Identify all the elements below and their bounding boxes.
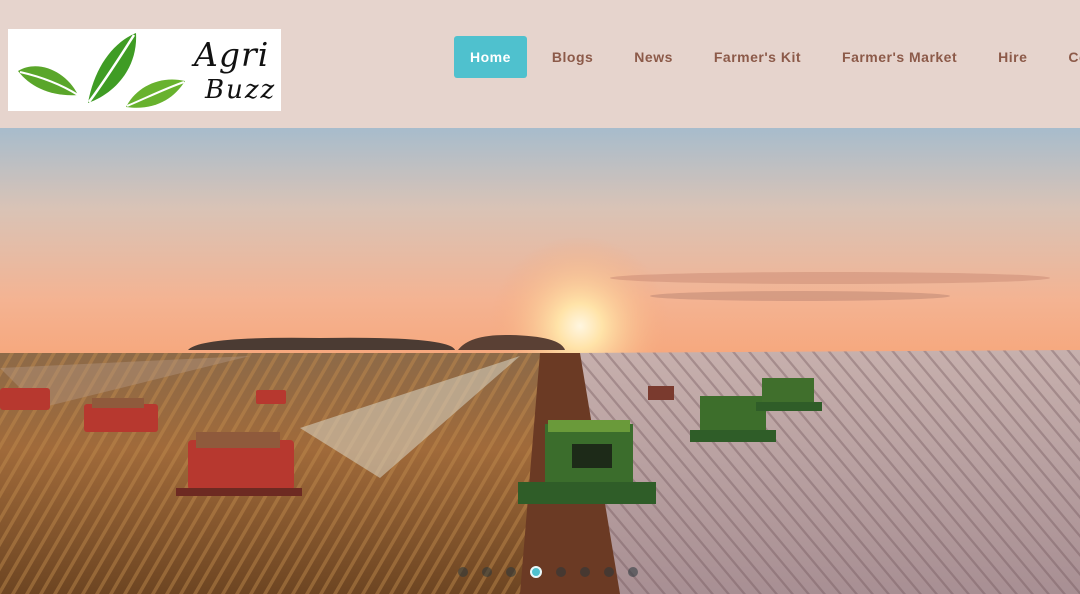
slide-dot-1[interactable] (458, 567, 468, 577)
hero-harvest-image (0, 128, 1080, 594)
nav-farmers-kit[interactable]: Farmer's Kit (694, 36, 821, 78)
nav-hire[interactable]: Hire (978, 36, 1047, 78)
slide-dot-4[interactable] (530, 566, 542, 578)
slide-dot-5[interactable] (556, 567, 566, 577)
site-header: Agri Buzz Home Blogs News Farmer's Kit F… (0, 0, 1080, 128)
nav-blogs[interactable]: Blogs (532, 36, 613, 78)
slide-dot-8[interactable] (628, 567, 638, 577)
agri-buzz-logo[interactable]: Agri Buzz (8, 29, 281, 111)
slide-dot-3[interactable] (506, 567, 516, 577)
nav-news[interactable]: News (614, 36, 693, 78)
logo-wordmark-line1: Agri (194, 35, 270, 74)
main-nav: Home Blogs News Farmer's Kit Farmer's Ma… (454, 36, 1080, 78)
nav-farmers-market[interactable]: Farmer's Market (822, 36, 977, 78)
slide-dot-2[interactable] (482, 567, 492, 577)
slider-pagination (458, 566, 652, 578)
hero-slider (0, 128, 1080, 594)
slide-dot-6[interactable] (580, 567, 590, 577)
slide-dot-7[interactable] (604, 567, 614, 577)
logo-wordmark-line2: Buzz (205, 75, 277, 105)
nav-contact[interactable]: Co (1048, 36, 1080, 78)
nav-home[interactable]: Home (454, 36, 527, 78)
